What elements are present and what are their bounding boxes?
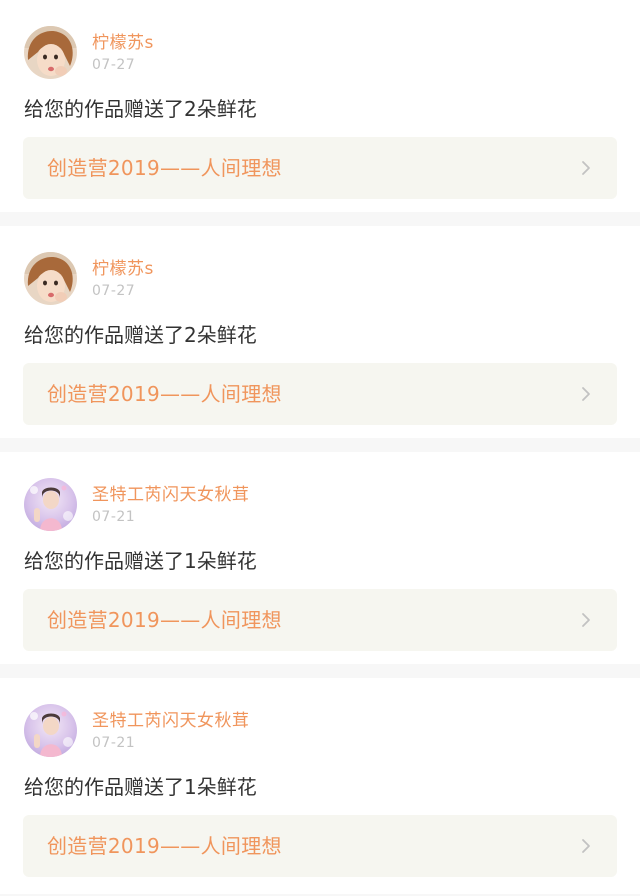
post-date: 07-21 [92,509,136,525]
work-link[interactable]: 创造营2019——人间理想 [23,589,617,651]
post-date: 07-21 [92,735,136,751]
chevron-right-icon [577,385,595,403]
work-title: 创造营2019——人间理想 [47,156,282,180]
chevron-right-icon [577,611,595,629]
chevron-right-icon [577,837,595,855]
work-title: 创造营2019——人间理想 [47,834,282,858]
username[interactable]: 柠檬苏s [92,259,154,279]
user-avatar-icon[interactable] [24,26,77,79]
user-avatar-icon[interactable] [24,478,77,531]
user-avatar-icon[interactable] [24,704,77,757]
post-date: 07-27 [92,283,136,299]
notification-card: 柠檬苏s 07-27 给您的作品赠送了2朵鲜花 创造营2019——人间理想 [0,0,640,212]
post-date: 07-27 [92,57,136,73]
card-separator [0,438,640,452]
gift-message: 给您的作品赠送了1朵鲜花 [24,549,257,573]
user-avatar-icon[interactable] [24,252,77,305]
notification-card: 柠檬苏s 07-27 给您的作品赠送了2朵鲜花 创造营2019——人间理想 [0,226,640,438]
notification-card: 圣特工芮闪天女秋茸 07-21 给您的作品赠送了1朵鲜花 创造营2019——人间… [0,678,640,894]
card-separator [0,664,640,678]
chevron-right-icon [577,159,595,177]
notification-card: 圣特工芮闪天女秋茸 07-21 给您的作品赠送了1朵鲜花 创造营2019——人间… [0,452,640,664]
gift-message: 给您的作品赠送了1朵鲜花 [24,775,257,799]
work-link[interactable]: 创造营2019——人间理想 [23,137,617,199]
username[interactable]: 圣特工芮闪天女秋茸 [92,485,250,505]
username[interactable]: 圣特工芮闪天女秋茸 [92,711,250,731]
notification-feed: 柠檬苏s 07-27 给您的作品赠送了2朵鲜花 创造营2019——人间理想 柠檬 [0,0,640,894]
gift-message: 给您的作品赠送了2朵鲜花 [24,323,257,347]
gift-message: 给您的作品赠送了2朵鲜花 [24,97,257,121]
work-title: 创造营2019——人间理想 [47,608,282,632]
card-separator [0,212,640,226]
work-title: 创造营2019——人间理想 [47,382,282,406]
username[interactable]: 柠檬苏s [92,33,154,53]
work-link[interactable]: 创造营2019——人间理想 [23,363,617,425]
work-link[interactable]: 创造营2019——人间理想 [23,815,617,877]
